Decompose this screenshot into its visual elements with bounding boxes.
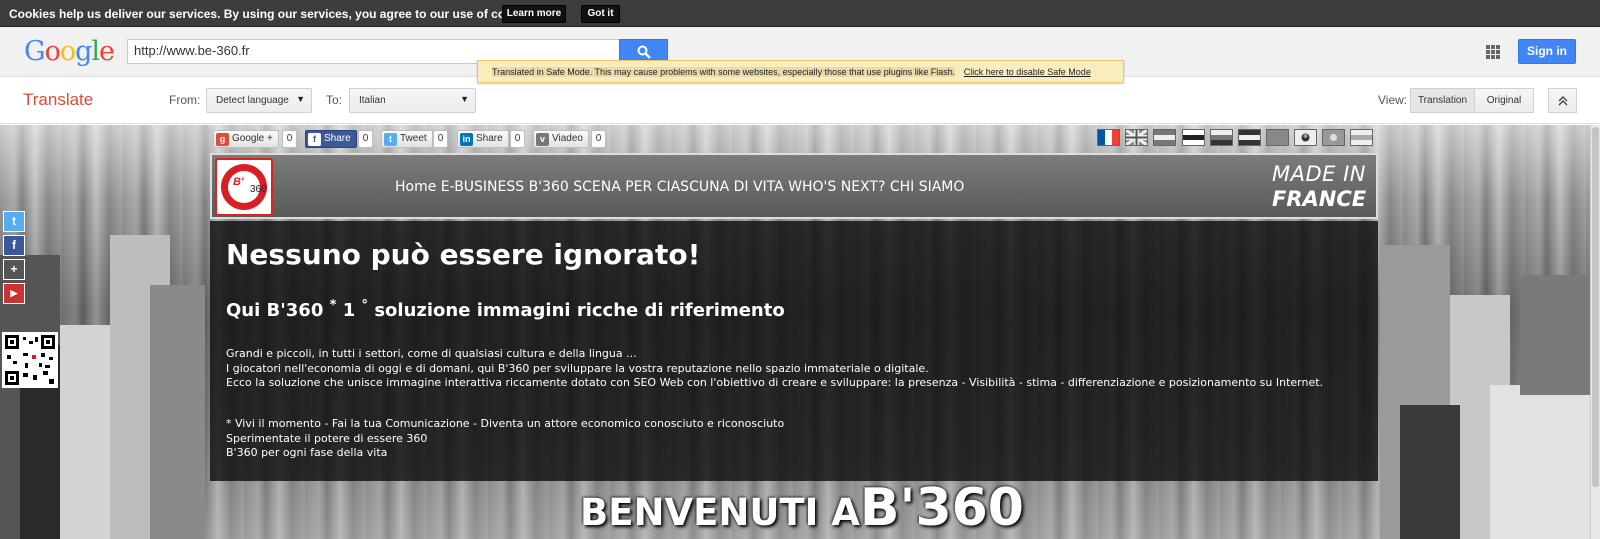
view-original-button[interactable]: Original: [1474, 88, 1534, 113]
twitter-icon: t: [384, 133, 397, 146]
intro-paragraph: Grandi e piccoli, in tutti i settori, co…: [226, 347, 1324, 389]
viadeo-icon: v: [536, 133, 549, 146]
facebook-icon: f: [308, 133, 321, 146]
site-header: B' 360 Home E-BUSINESS B'360 SCENA PER C…: [210, 153, 1378, 219]
translate-title[interactable]: Translate: [23, 90, 93, 110]
learn-more-button[interactable]: Learn more: [502, 5, 566, 23]
cookie-bar: Cookies help us deliver our services. By…: [0, 0, 1600, 27]
flag-russia-icon[interactable]: [1238, 129, 1261, 146]
twitter-count: 0: [433, 130, 448, 148]
flag-korea-icon[interactable]: [1294, 129, 1317, 146]
chevron-down-icon: ▼: [296, 94, 305, 104]
cookie-message: Cookies help us deliver our services. By…: [9, 7, 540, 21]
flag-uk-icon[interactable]: [1125, 128, 1148, 147]
chevron-down-icon: ▼: [460, 94, 469, 104]
page-headline: Nessuno può essere ignorato!: [226, 238, 701, 271]
qr-code[interactable]: [2, 332, 58, 388]
flag-china-icon[interactable]: [1266, 129, 1289, 146]
flag-japan-icon[interactable]: [1322, 129, 1345, 146]
chevron-up-icon: [1558, 96, 1568, 106]
from-label: From:: [169, 93, 201, 107]
flag-germany-icon[interactable]: [1182, 129, 1205, 146]
site-nav-menu[interactable]: Home E-BUSINESS B'360 SCENA PER CIASCUNA…: [395, 179, 964, 195]
view-translation-button[interactable]: Translation: [1410, 88, 1475, 113]
facebook-share-button[interactable]: f Share: [305, 130, 357, 148]
flag-netherlands-icon[interactable]: [1210, 129, 1233, 146]
b360-logo[interactable]: B' 360: [215, 158, 273, 216]
translated-page: g Google + 0 f Share 0 t Tweet 0 in Shar…: [0, 125, 1600, 539]
to-label: To:: [326, 93, 343, 107]
twitter-icon[interactable]: t: [3, 211, 25, 232]
viadeo-share-button[interactable]: v Viadeo: [533, 130, 589, 148]
intro-panel: Nessuno può essere ignorato! Qui B'360 *…: [210, 221, 1378, 481]
viadeo-count: 0: [591, 130, 606, 148]
twitter-tweet-button[interactable]: t Tweet: [381, 130, 433, 148]
view-label: View:: [1378, 93, 1408, 107]
tagline-paragraph: * Vivi il momento - Fai la tua Comunicaz…: [226, 417, 785, 459]
got-it-button[interactable]: Got it: [581, 5, 620, 23]
flag-france-icon[interactable]: [1097, 129, 1120, 146]
from-language-select[interactable]: Detect language ▼: [206, 88, 312, 113]
linkedin-icon: in: [460, 133, 473, 146]
sign-in-button[interactable]: Sign in: [1518, 39, 1576, 64]
page-subheadline: Qui B'360 * 1 ° soluzione immagini ricch…: [226, 298, 785, 321]
safe-mode-notice: Translated in Safe Mode. This may cause …: [477, 60, 1124, 83]
flag-spain-icon[interactable]: [1153, 129, 1176, 146]
apps-grid-icon[interactable]: [1486, 45, 1500, 59]
google-plus-icon[interactable]: +: [3, 259, 25, 280]
collapse-toolbar-button[interactable]: [1548, 88, 1577, 113]
facebook-icon[interactable]: f: [3, 235, 25, 256]
search-icon: [637, 45, 651, 59]
linkedin-share-button[interactable]: in Share: [457, 130, 509, 148]
google-plus-count: 0: [282, 130, 297, 148]
translate-bar: Translate From: Detect language ▼ To: It…: [0, 77, 1600, 124]
google-logo[interactable]: Google: [24, 36, 115, 67]
google-plus-icon: g: [216, 133, 229, 146]
google-plus-share-button[interactable]: g Google +: [213, 130, 279, 148]
youtube-icon[interactable]: ▶: [3, 283, 25, 304]
scrollbar-thumb[interactable]: [1592, 127, 1599, 487]
welcome-banner: BENVENUTI AB'360: [580, 478, 1024, 538]
made-in-france-badge: MADE IN FRANCE: [1272, 162, 1367, 211]
facebook-count: 0: [358, 130, 373, 148]
disable-safe-mode-link[interactable]: Click here to disable Safe Mode: [964, 67, 1091, 77]
to-language-select[interactable]: Italian ▼: [349, 88, 476, 113]
linkedin-count: 0: [510, 130, 525, 148]
flag-arabic-icon[interactable]: [1350, 129, 1373, 146]
